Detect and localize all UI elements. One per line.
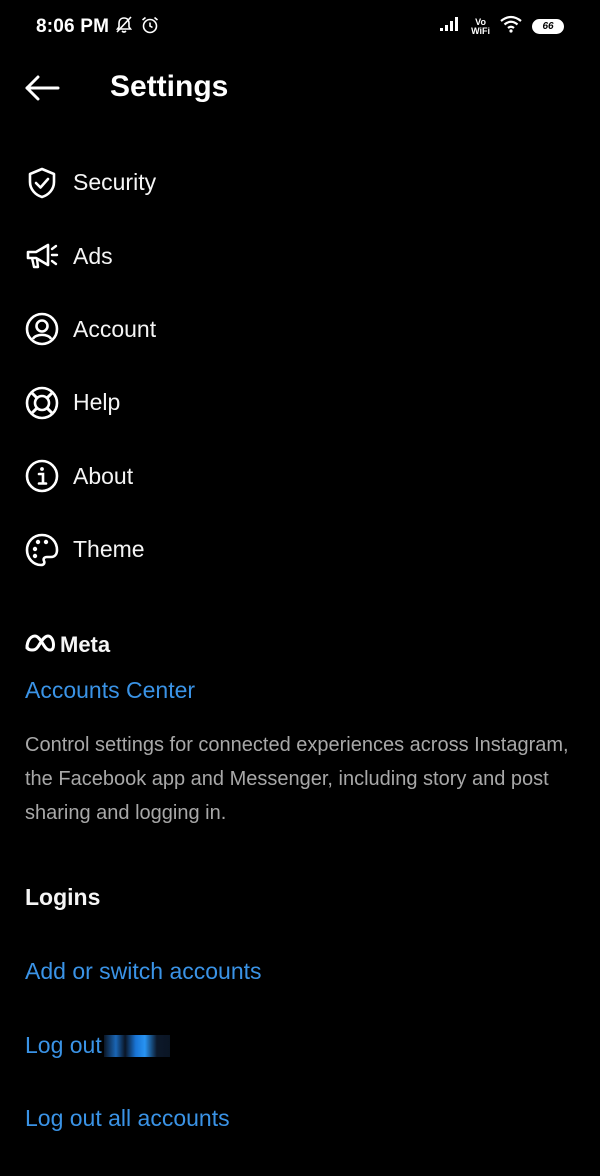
battery-icon: 66	[532, 19, 564, 34]
info-icon	[24, 458, 60, 494]
meta-brand: Meta	[24, 632, 110, 658]
shield-icon	[24, 165, 60, 201]
settings-item-about[interactable]: About	[0, 440, 600, 513]
status-bar: 8:06 PM Vo WiFi 66	[0, 0, 600, 56]
add-or-switch-accounts-link[interactable]: Add or switch accounts	[25, 958, 262, 985]
lifebuoy-icon	[24, 385, 60, 421]
settings-item-label: Ads	[73, 242, 113, 269]
vowifi-bottom: WiFi	[471, 25, 490, 36]
status-right-icons: Vo WiFi 66	[439, 15, 564, 38]
header: Settings	[0, 60, 600, 116]
battery-level: 66	[542, 20, 554, 32]
log-out-label: Log out	[25, 1032, 102, 1058]
back-button[interactable]	[22, 72, 62, 104]
megaphone-icon	[24, 238, 60, 274]
settings-item-theme[interactable]: Theme	[0, 513, 600, 586]
accounts-center-description: Control settings for connected experienc…	[25, 734, 569, 824]
settings-item-ads[interactable]: Ads	[0, 219, 600, 292]
settings-item-label: Account	[73, 315, 157, 342]
settings-item-account[interactable]: Account	[0, 293, 600, 366]
signal-icon	[439, 16, 461, 37]
status-time: 8:06 PM	[36, 16, 110, 37]
settings-item-label: Theme	[73, 536, 145, 563]
settings-list: Security Ads Account Help About Theme	[0, 146, 600, 586]
log-out-all-accounts-label: Log out all accounts	[25, 1105, 230, 1131]
settings-item-label: Help	[73, 389, 121, 416]
account-icon	[24, 311, 60, 347]
meta-logo-icon	[24, 633, 56, 658]
arrow-left-icon	[25, 75, 60, 101]
settings-item-help[interactable]: Help	[0, 366, 600, 439]
status-left-icons	[114, 15, 160, 40]
accounts-center-link[interactable]: Accounts Center	[25, 677, 195, 704]
meta-brand-text: Meta	[60, 632, 111, 657]
palette-icon	[24, 532, 60, 568]
vowifi-icon: Vo WiFi	[471, 17, 490, 36]
log-out-link[interactable]: Log out	[25, 1032, 170, 1059]
log-out-all-accounts-link[interactable]: Log out all accounts	[25, 1105, 230, 1132]
bottom-nav-partial	[0, 1160, 600, 1176]
logins-heading: Logins	[25, 884, 101, 910]
settings-item-label: Security	[73, 169, 157, 196]
settings-item-security[interactable]: Security	[0, 146, 600, 219]
redacted-username	[103, 1034, 170, 1057]
page-title: Settings	[110, 70, 229, 103]
wifi-icon	[500, 15, 522, 38]
bell-muted-icon	[114, 15, 134, 40]
settings-item-label: About	[73, 462, 134, 489]
alarm-icon	[140, 15, 160, 40]
add-or-switch-accounts-label: Add or switch accounts	[25, 958, 262, 984]
